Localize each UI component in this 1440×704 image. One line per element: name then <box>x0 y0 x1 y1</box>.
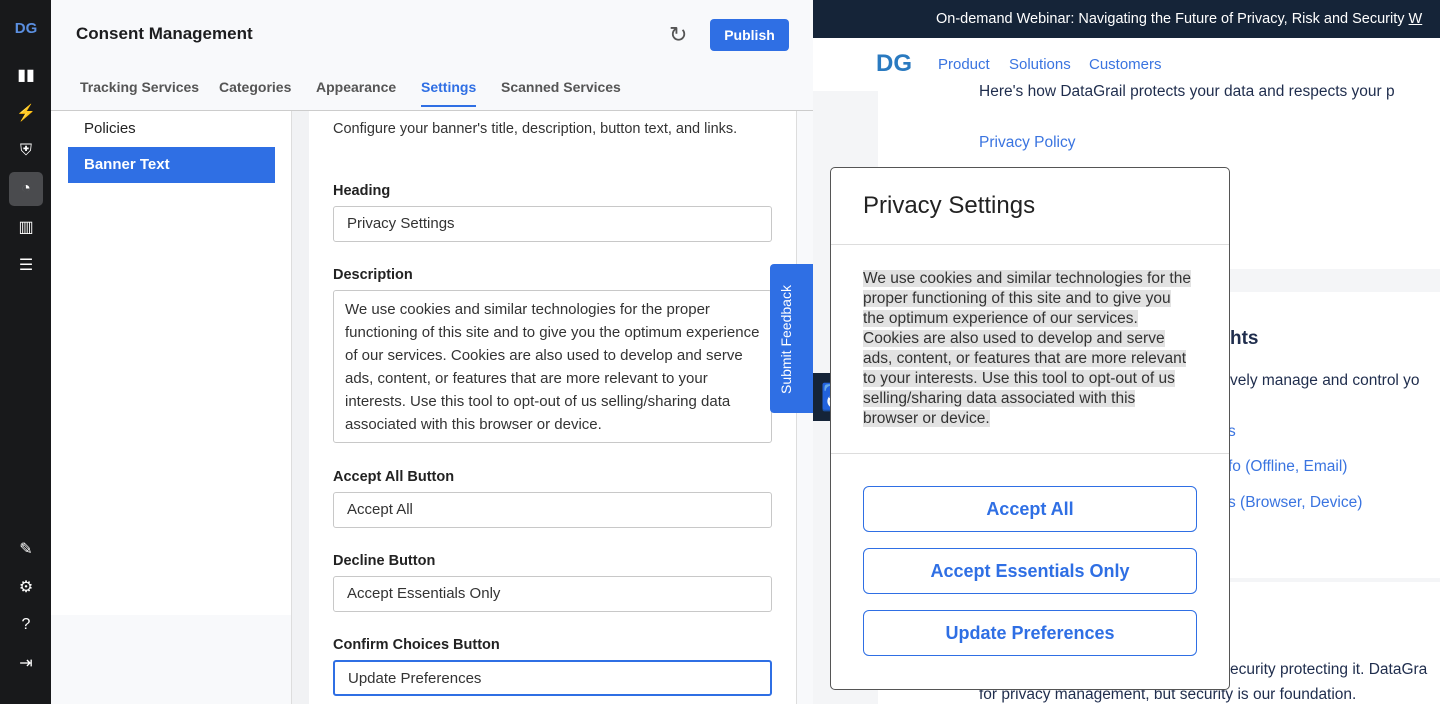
nav-solutions[interactable]: Solutions <box>1009 56 1071 73</box>
gear-icon[interactable]: ⚙ <box>9 570 43 604</box>
tab-categories[interactable]: Categories <box>219 79 291 105</box>
description-textarea[interactable]: We use cookies and similar technologies … <box>333 290 772 443</box>
refresh-icon[interactable]: ↻ <box>669 22 687 48</box>
sidebar-item-banner-text[interactable]: Banner Text <box>68 147 275 183</box>
rights-link[interactable]: fo (Offline, Email) <box>1228 458 1347 476</box>
page-title: Consent Management <box>76 24 253 43</box>
sidebar-item-policies[interactable]: Policies <box>68 111 275 147</box>
announcement-banner: On-demand Webinar: Navigating the Future… <box>813 0 1440 38</box>
banner-link[interactable]: W <box>1409 11 1423 27</box>
accept-essentials-button[interactable]: Accept Essentials Only <box>863 548 1197 594</box>
intro-text: Here's how DataGrail protects your data … <box>979 83 1395 100</box>
decline-input[interactable]: Accept Essentials Only <box>333 576 772 612</box>
consent-panel: Consent Management ↻ Publish Tracking Se… <box>51 0 813 704</box>
banner-text-form: Configure your banner's title, descripti… <box>309 111 797 704</box>
divider <box>831 244 1229 245</box>
banner-text: On-demand Webinar: Navigating the Future… <box>936 11 1409 27</box>
dg-logo-icon[interactable]: DG <box>876 50 912 78</box>
form-intro: Configure your banner's title, descripti… <box>333 121 738 137</box>
logout-icon[interactable]: ⇥ <box>9 646 43 680</box>
confirm-input[interactable]: Update Preferences <box>333 660 772 696</box>
modal-title: Privacy Settings <box>863 192 1036 219</box>
tab-tracking-services[interactable]: Tracking Services <box>80 79 199 105</box>
icon-rail: DG ▮▮ ⚡ ⛨ ◔ ▥ ☰ ✎ ⚙ ? ⇥ <box>0 0 51 704</box>
nav-product[interactable]: Product <box>938 56 990 73</box>
map-icon[interactable]: ▥ <box>9 210 43 244</box>
dg-logo-icon[interactable]: DG <box>9 11 43 45</box>
modal-body: We use cookies and similar technologies … <box>863 269 1193 429</box>
privacy-settings-modal: Privacy Settings We use cookies and simi… <box>830 167 1230 690</box>
bar-chart-icon[interactable]: ▮▮ <box>9 58 43 92</box>
tab-scanned-services[interactable]: Scanned Services <box>501 79 621 105</box>
magic-wand-icon[interactable]: ✎ <box>9 532 43 566</box>
tab-settings[interactable]: Settings <box>421 79 477 107</box>
confirm-label: Confirm Choices Button <box>333 637 500 653</box>
help-icon[interactable]: ? <box>9 608 43 642</box>
privacy-policy-link[interactable]: Privacy Policy <box>979 134 1075 152</box>
description-label: Description <box>333 267 413 283</box>
cookie-icon[interactable]: ◔ <box>9 172 43 206</box>
lightning-icon[interactable]: ⚡ <box>9 96 43 130</box>
accept-all-label: Accept All Button <box>333 469 455 485</box>
accept-all-button[interactable]: Accept All <box>863 486 1197 532</box>
shield-search-icon[interactable]: ⛨ <box>9 134 43 168</box>
accept-all-input[interactable]: Accept All <box>333 492 772 528</box>
divider <box>831 453 1229 454</box>
publish-button[interactable]: Publish <box>710 19 789 51</box>
security-text: ecurity protecting it. DataGra <box>1230 661 1428 678</box>
rights-text: vely manage and control yo <box>1230 372 1420 389</box>
divider <box>291 111 309 704</box>
feedback-label: Submit Feedback <box>778 285 794 394</box>
rights-heading: hts <box>1230 328 1259 349</box>
decline-label: Decline Button <box>333 553 436 569</box>
heading-input[interactable]: Privacy Settings <box>333 206 772 242</box>
nav-customers[interactable]: Customers <box>1089 56 1162 73</box>
rights-link[interactable]: s (Browser, Device) <box>1228 494 1362 512</box>
checklist-icon[interactable]: ☰ <box>9 248 43 282</box>
modal-body-text: We use cookies and similar technologies … <box>863 270 1191 427</box>
tab-appearance[interactable]: Appearance <box>316 79 396 105</box>
update-preferences-button[interactable]: Update Preferences <box>863 610 1197 656</box>
heading-label: Heading <box>333 183 391 199</box>
settings-list: Policies Banner Text <box>51 111 291 615</box>
submit-feedback-button[interactable]: Submit Feedback <box>770 264 813 413</box>
